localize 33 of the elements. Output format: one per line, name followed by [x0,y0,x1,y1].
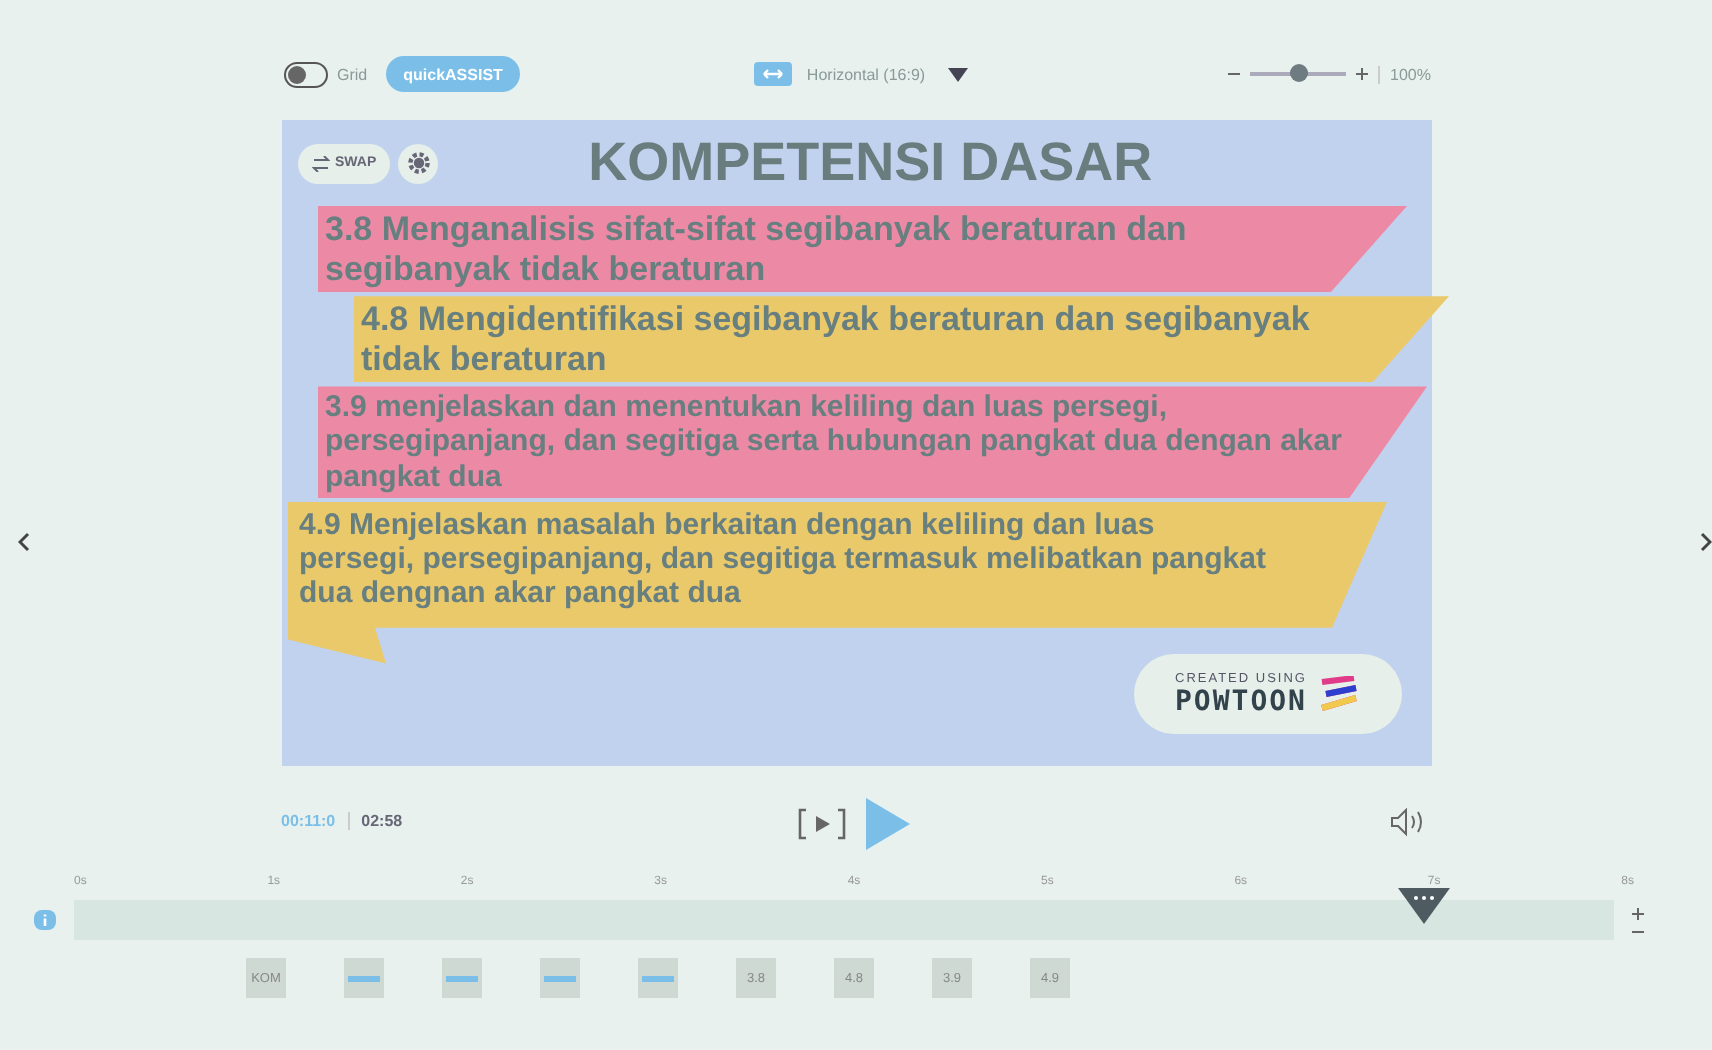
dropdown-caret-icon[interactable] [947,67,968,81]
chevron-left-icon[interactable] [18,532,30,552]
scene-thumbnail[interactable] [344,958,384,998]
settings-icon [405,150,432,176]
chevron-right-icon[interactable] [1700,532,1712,552]
scene-thumbnail[interactable] [638,958,678,998]
timeline-track[interactable] [74,900,1614,940]
quickassist-button[interactable]: quickASSIST [385,56,521,92]
competency-banner: 4.9 Menjelaskan masalah berkaitan dengan keliling dan luas persegi, persegipanjang, dan segitiga termasuk melibatkan pangkat dua dengnan akar pangkat dua [287,501,1387,664]
competency-banner: 4.8 Mengidentifikasi segibanyak beraturan dan segibanyak tidak beraturan [353,296,1449,383]
competency-banner: 3.9 menjelaskan dan menentukan keliling dan luas persegi, persegipanjang, dan segitiga serta hubungan pangkat dua dengan akar pangkat dua [317,386,1427,498]
logo-icon [1319,676,1359,712]
plus-icon[interactable] [1632,907,1644,919]
orientation-label: Horizontal (16:9) [806,65,926,83]
plus-icon[interactable] [1356,68,1369,80]
zoom-thumb[interactable] [1290,64,1309,82]
scene-thumbnail[interactable] [442,958,482,998]
scene-thumbnail[interactable] [540,958,580,998]
minus-icon[interactable] [1228,72,1241,76]
competency-banner: 3.8 Menganalisis sifat-sifat segibanyak beraturan dan segibanyak tidak beraturan [317,206,1407,293]
swap-icon [311,155,329,171]
slide-title: KOMPETENSI DASAR [588,132,1153,194]
zoom-reading: 100% [1390,65,1431,83]
minus-icon[interactable] [1632,929,1644,933]
badge-brand: POWTOON [1174,685,1307,717]
preview-icon[interactable] [797,808,845,840]
grid-label: Grid [337,65,368,83]
total-time: 02:58 [347,812,403,830]
settings-button[interactable] [398,143,439,183]
playhead[interactable] [1397,884,1450,924]
grid-toggle[interactable] [283,61,327,87]
volume-icon[interactable] [1389,807,1425,835]
current-time: 00:11:0 [281,812,336,830]
